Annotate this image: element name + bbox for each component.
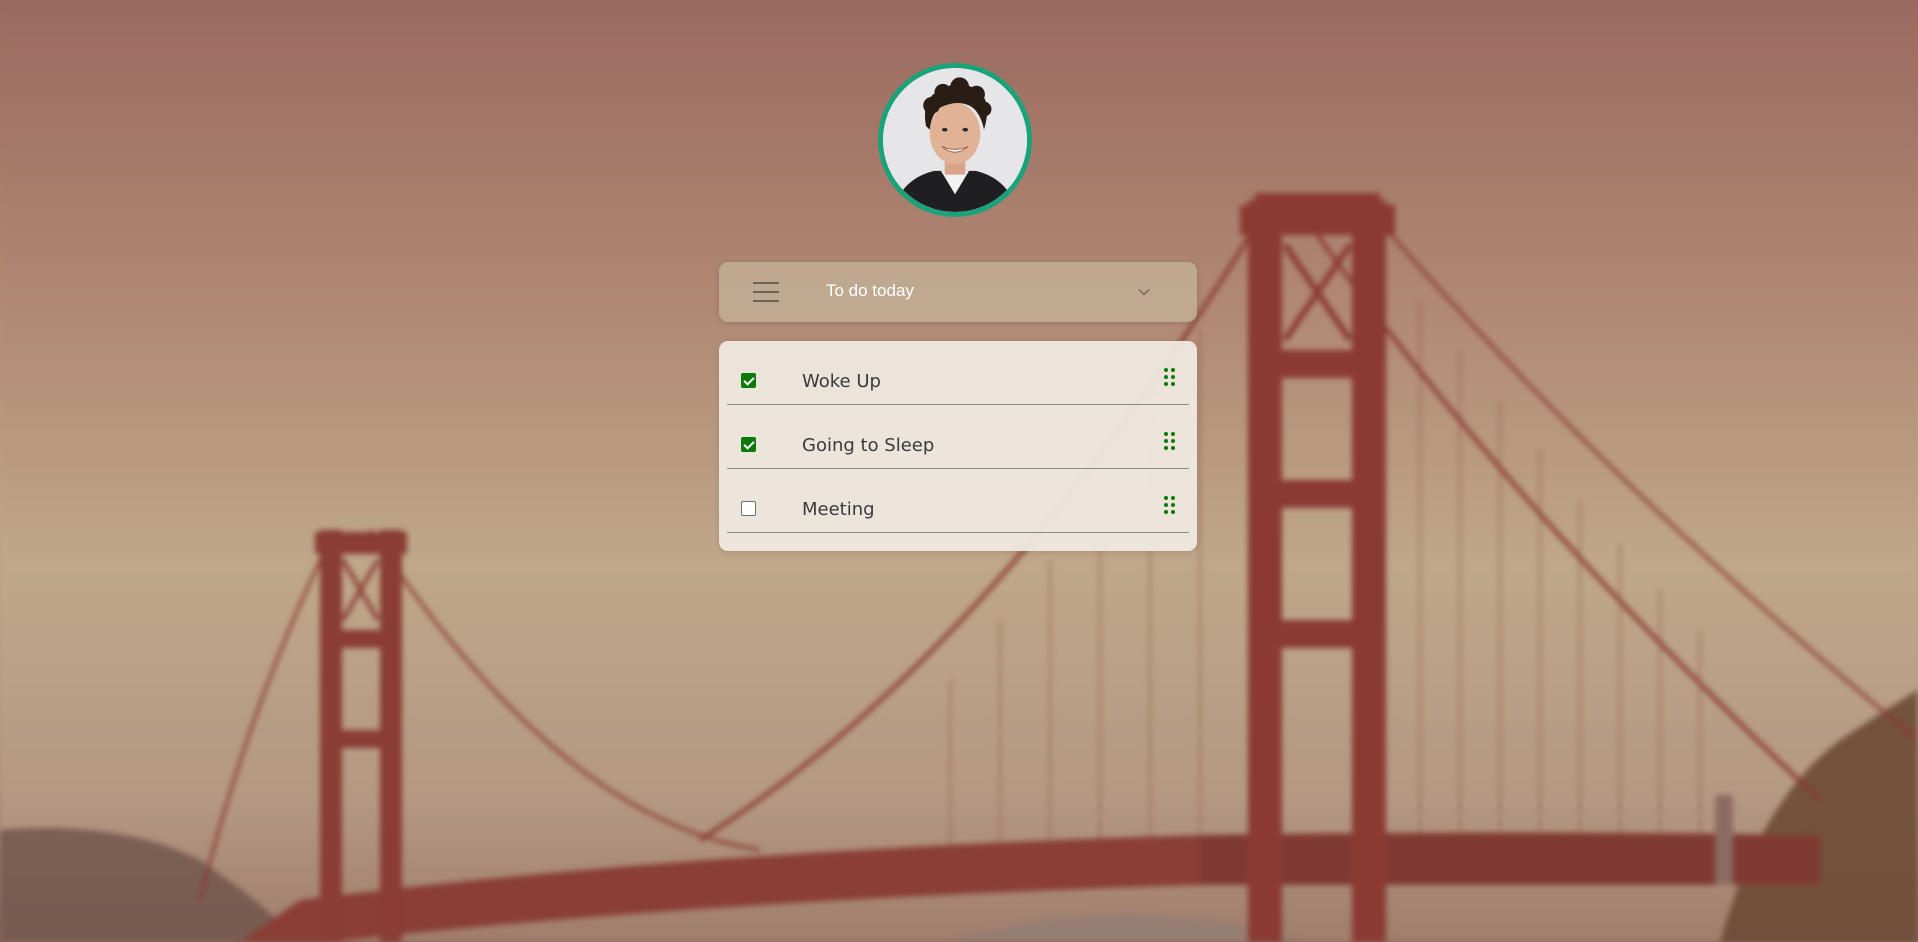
user-avatar[interactable] (878, 63, 1032, 217)
todo-item[interactable]: Meeting (727, 469, 1189, 533)
drag-handle-icon[interactable] (1164, 432, 1176, 452)
todo-item-label: Meeting (802, 499, 875, 520)
person-portrait-icon (883, 68, 1027, 212)
chevron-down-icon[interactable] (1138, 287, 1150, 297)
list-title[interactable]: To do today (826, 281, 914, 301)
todo-checkbox-unchecked[interactable] (741, 501, 756, 516)
list-header-bar: To do today (719, 262, 1197, 322)
todo-checkbox-checked[interactable] (741, 437, 756, 452)
app-viewport: To do today Woke Up Going to Sleep Meeti… (0, 0, 1918, 942)
todo-item[interactable]: Woke Up (727, 341, 1189, 405)
drag-handle-icon[interactable] (1164, 368, 1176, 388)
todo-checkbox-checked[interactable] (741, 373, 756, 388)
todo-list: Woke Up Going to Sleep Meeting (719, 341, 1197, 551)
todo-item-label: Going to Sleep (802, 435, 935, 456)
todo-item[interactable]: Going to Sleep (727, 405, 1189, 469)
drag-handle-icon[interactable] (1164, 496, 1176, 516)
todo-item-label: Woke Up (802, 371, 881, 392)
hamburger-menu-icon[interactable] (753, 282, 779, 302)
